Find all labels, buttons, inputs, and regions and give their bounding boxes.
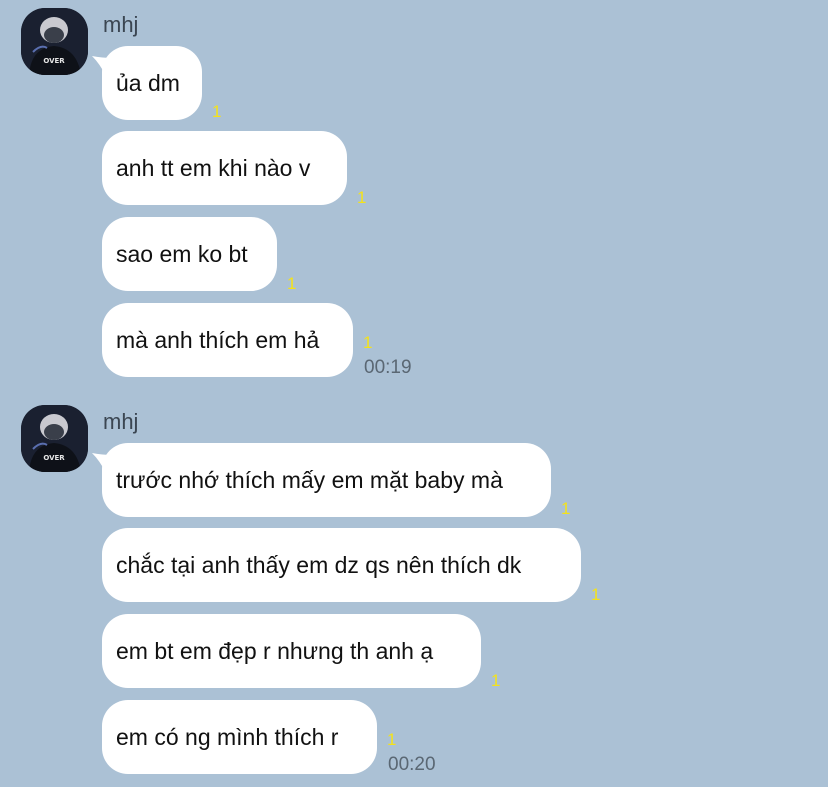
message-bubble[interactable]: trước nhớ thích mấy em mặt baby mà <box>102 443 551 517</box>
read-count: 1 <box>212 102 222 121</box>
read-count: 1 <box>387 730 397 749</box>
read-count: 1 <box>561 499 571 518</box>
read-count: 1 <box>287 274 297 293</box>
read-count: 1 <box>357 188 367 207</box>
timestamp: 00:19 <box>364 357 412 378</box>
message-bubble[interactable]: em bt em đẹp r nhưng th anh ạ <box>102 614 481 688</box>
svg-text:OVER: OVER <box>43 454 65 462</box>
read-count: 1 <box>491 671 501 690</box>
avatar[interactable]: OVER <box>21 8 88 75</box>
message-bubble[interactable]: anh tt em khi nào v <box>102 131 347 205</box>
message-bubble[interactable]: sao em ko bt <box>102 217 277 291</box>
avatar[interactable]: OVER <box>21 405 88 472</box>
read-count: 1 <box>363 333 373 352</box>
timestamp: 00:20 <box>388 754 436 775</box>
sender-name: mhj <box>103 12 139 37</box>
message-bubble[interactable]: mà anh thích em hả <box>102 303 353 377</box>
message-bubble[interactable]: ủa dm <box>102 46 202 120</box>
sender-name: mhj <box>103 409 139 434</box>
message-bubble[interactable]: em có ng mình thích r <box>102 700 377 774</box>
avatar-image: OVER <box>21 8 88 75</box>
message-bubble[interactable]: chắc tại anh thấy em dz qs nên thích dk <box>102 528 581 602</box>
svg-text:OVER: OVER <box>43 57 65 65</box>
read-count: 1 <box>591 585 601 604</box>
avatar-image: OVER <box>21 405 88 472</box>
